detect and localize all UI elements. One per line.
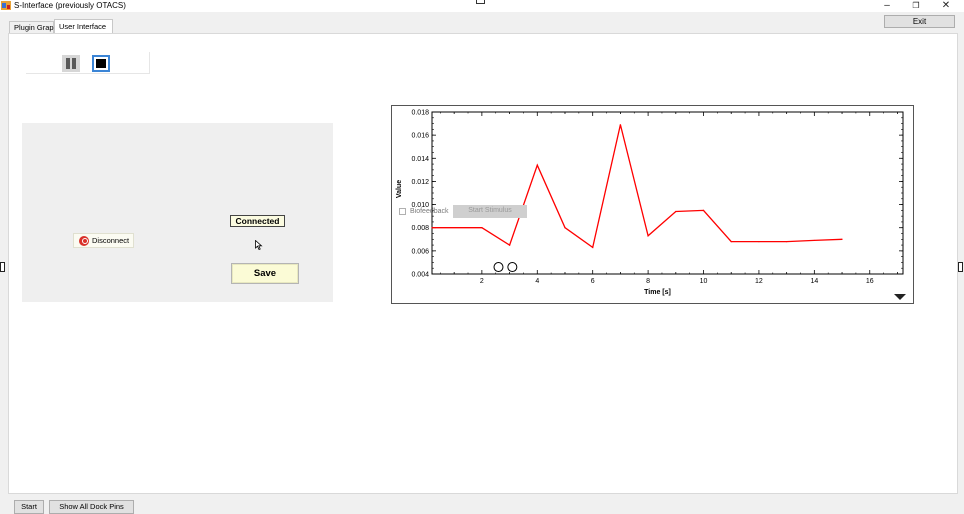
pause-button[interactable] bbox=[62, 55, 80, 72]
mouse-cursor-icon bbox=[255, 240, 263, 250]
data-point bbox=[841, 238, 843, 240]
application-window: S-Interface (previously OTACS) – ❐ ✕ Exi… bbox=[0, 0, 964, 514]
pause-icon bbox=[72, 58, 76, 69]
chart-menu-dropdown-icon[interactable] bbox=[894, 294, 906, 300]
right-resize-handle[interactable] bbox=[958, 262, 963, 272]
disconnect-label: Disconnect bbox=[92, 236, 130, 245]
left-resize-handle[interactable] bbox=[0, 262, 5, 272]
data-point bbox=[619, 124, 621, 126]
x-tick-label: 2 bbox=[480, 278, 484, 285]
start-stimulus-button[interactable]: Start Stimulus bbox=[453, 205, 527, 218]
plot-frame bbox=[431, 111, 904, 275]
power-icon bbox=[79, 236, 89, 246]
event-marker bbox=[493, 262, 504, 273]
close-button[interactable]: ✕ bbox=[932, 0, 960, 12]
stop-button[interactable] bbox=[92, 55, 110, 72]
minimize-button[interactable]: – bbox=[873, 0, 901, 12]
connection-status-badge: Connected bbox=[230, 215, 285, 227]
y-axis-label: Value bbox=[396, 180, 403, 198]
y-tick-label: 0.008 bbox=[411, 225, 429, 232]
data-point bbox=[481, 227, 483, 229]
y-tick-label: 0.012 bbox=[411, 179, 429, 186]
pause-icon bbox=[66, 58, 70, 69]
x-tick-label: 6 bbox=[591, 278, 595, 285]
exit-button[interactable]: Exit bbox=[884, 15, 955, 28]
y-tick-label: 0.014 bbox=[411, 156, 429, 163]
start-button[interactable]: Start bbox=[14, 500, 44, 514]
restore-button[interactable]: ❐ bbox=[902, 0, 930, 12]
data-point bbox=[592, 246, 594, 248]
data-point bbox=[431, 227, 433, 229]
save-button[interactable]: Save bbox=[231, 263, 299, 284]
event-marker bbox=[507, 262, 518, 273]
data-point bbox=[702, 209, 705, 211]
title-bar: S-Interface (previously OTACS) – ❐ ✕ bbox=[0, 0, 964, 12]
show-all-dock-pins-button[interactable]: Show All Dock Pins bbox=[49, 500, 134, 514]
x-tick-label: 4 bbox=[535, 278, 539, 285]
x-tick-label: 12 bbox=[755, 278, 763, 285]
data-point bbox=[730, 241, 732, 243]
data-point bbox=[813, 239, 815, 242]
window-title: S-Interface (previously OTACS) bbox=[14, 1, 126, 10]
data-point bbox=[508, 244, 511, 246]
window-snap-handle[interactable] bbox=[476, 0, 485, 4]
data-point bbox=[647, 235, 649, 237]
y-tick-label: 0.006 bbox=[411, 248, 429, 255]
disconnect-button[interactable]: Disconnect bbox=[73, 233, 134, 248]
data-point bbox=[758, 241, 760, 243]
connection-panel: Disconnect Connected Save bbox=[22, 123, 333, 302]
app-icon bbox=[1, 1, 11, 10]
x-tick-label: 8 bbox=[646, 278, 650, 285]
data-point bbox=[536, 164, 538, 166]
tab-plugin-graph[interactable]: Plugin Graph bbox=[9, 21, 58, 33]
stop-icon bbox=[96, 59, 106, 68]
y-tick-label: 0.004 bbox=[411, 272, 429, 279]
playback-controls bbox=[26, 52, 150, 74]
chart-panel: 2 4 6 8 10 12 14 16 0.004 0.006 0.008 0.010 0.012 0.0… bbox=[391, 105, 914, 304]
biofeedback-checkbox[interactable] bbox=[399, 208, 406, 215]
data-point bbox=[675, 210, 677, 213]
data-point bbox=[786, 241, 788, 243]
y-tick-label: 0.018 bbox=[411, 110, 429, 117]
data-point bbox=[564, 227, 566, 229]
x-axis-label: Time [s] bbox=[644, 289, 671, 296]
biofeedback-label: Biofeedback bbox=[410, 208, 449, 215]
series-line bbox=[432, 124, 843, 249]
x-tick-label: 16 bbox=[866, 278, 874, 285]
x-tick-label: 10 bbox=[700, 278, 708, 285]
y-tick-label: 0.016 bbox=[411, 133, 429, 140]
tab-user-interface[interactable]: User Interface bbox=[54, 19, 113, 33]
x-tick-label: 14 bbox=[810, 278, 818, 285]
